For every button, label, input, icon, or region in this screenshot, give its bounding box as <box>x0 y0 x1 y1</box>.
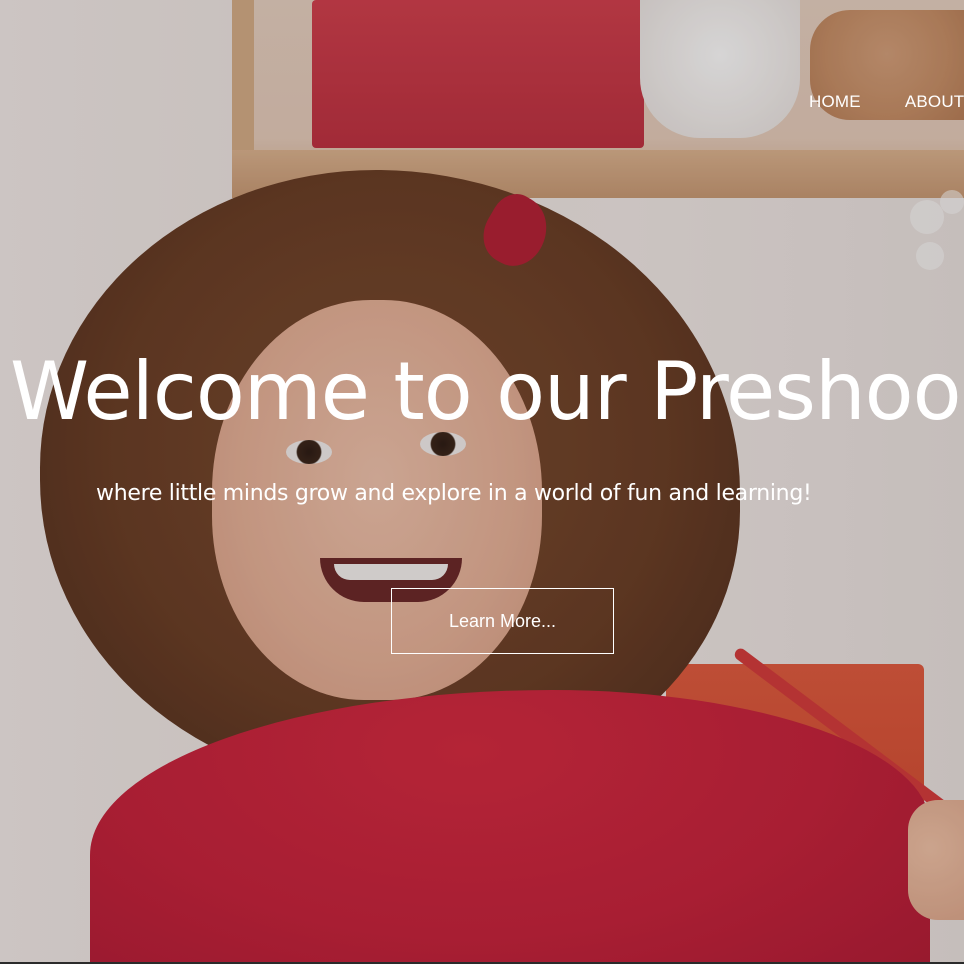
hero-subtitle: where little minds grow and explore in a… <box>96 481 812 506</box>
learn-more-button[interactable]: Learn More... <box>391 588 614 654</box>
hero-section: HOME ABOUT Welcome to our Preshool where… <box>0 0 964 962</box>
hero-title: Welcome to our Preshool <box>10 345 964 438</box>
main-nav: HOME ABOUT <box>809 92 964 112</box>
nav-link-home[interactable]: HOME <box>809 92 861 112</box>
nav-link-about[interactable]: ABOUT <box>905 92 964 112</box>
